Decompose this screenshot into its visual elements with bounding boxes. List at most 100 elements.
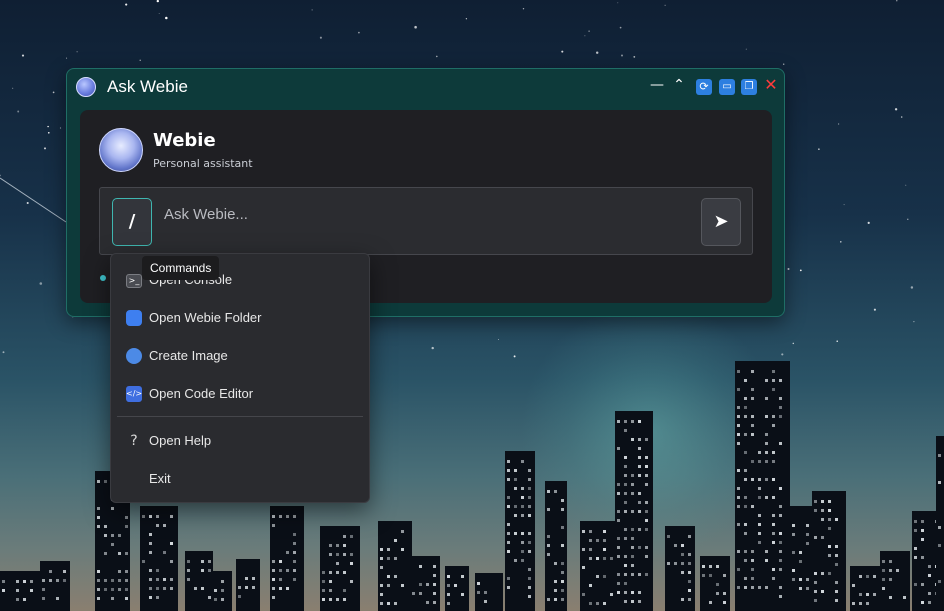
refresh-icon[interactable]: ⟳ (696, 79, 712, 95)
building-window (645, 519, 648, 522)
building-window (547, 535, 550, 538)
building-window (245, 586, 248, 589)
building-window (645, 546, 648, 549)
send-button[interactable]: ➤ (701, 198, 741, 246)
star (125, 3, 128, 6)
building-window (792, 551, 795, 554)
building-window (716, 583, 719, 586)
menu-item-create-image[interactable]: Create Image (111, 339, 369, 373)
star (843, 204, 845, 206)
building-window (521, 532, 524, 535)
building-window (624, 600, 627, 603)
building-window (806, 542, 809, 545)
building-window (2, 589, 5, 592)
building-window (387, 557, 390, 560)
building-window (744, 559, 747, 562)
building-window (779, 586, 782, 589)
building-window (149, 533, 152, 536)
building-window (111, 534, 114, 537)
building-window (617, 555, 620, 558)
building-window (617, 519, 620, 522)
building-window (737, 433, 740, 436)
building-window (350, 562, 353, 565)
menu-item-exit[interactable]: Exit (111, 462, 369, 496)
building-window (779, 550, 782, 553)
building-window (688, 562, 691, 565)
building-window (779, 505, 782, 508)
building-window (631, 537, 634, 540)
building-window (779, 442, 782, 445)
star (896, 0, 898, 2)
building-window (156, 569, 159, 572)
building-window (873, 575, 876, 578)
building-window (589, 539, 592, 542)
collapse-button[interactable]: ⌃ (671, 77, 687, 93)
minimize-button[interactable]: — (649, 77, 665, 93)
frame-icon[interactable]: ▭ (719, 79, 735, 95)
building-window (859, 575, 862, 578)
building-window (201, 560, 204, 563)
building-window (737, 406, 740, 409)
menu-item-open-webie-folder[interactable]: Open Webie Folder (111, 301, 369, 335)
building-window (528, 568, 531, 571)
menu-item-open-code-editor[interactable]: </> Open Code Editor (111, 377, 369, 411)
building-window (617, 420, 620, 423)
building (580, 521, 616, 611)
building-window (596, 557, 599, 560)
building-window (765, 496, 768, 499)
building-window (645, 555, 648, 558)
building-window (799, 551, 802, 554)
building-window (737, 424, 740, 427)
building-window (737, 568, 740, 571)
building-window (681, 562, 684, 565)
title-bar[interactable]: Ask Webie — ⌃ ⟳ ▭ ❐ ✕ (67, 69, 784, 107)
building-window (187, 569, 190, 572)
building-window (528, 469, 531, 472)
building-window (293, 542, 296, 545)
building-window (507, 523, 510, 526)
star (76, 51, 78, 53)
building-window (97, 588, 100, 591)
building-window (554, 598, 557, 601)
building-window (279, 560, 282, 563)
building-window (561, 499, 564, 502)
star (836, 340, 838, 343)
building-window (521, 487, 524, 490)
building-window (336, 562, 339, 565)
building-window (889, 596, 892, 599)
building-window (882, 560, 885, 563)
building-window (329, 553, 332, 556)
restore-icon[interactable]: ❐ (741, 79, 757, 95)
commands-button[interactable]: / (112, 198, 152, 246)
building-window (852, 602, 855, 605)
star (620, 54, 624, 57)
building-window (118, 570, 121, 573)
building-window (751, 478, 754, 481)
building (0, 571, 40, 611)
building-window (645, 474, 648, 477)
building-window (547, 598, 550, 601)
ask-input[interactable] (162, 202, 686, 226)
building-window (208, 569, 211, 572)
building-window (737, 469, 740, 472)
building-window (914, 547, 917, 550)
building-window (744, 469, 747, 472)
building-window (252, 586, 255, 589)
building-window (221, 589, 224, 592)
building-window (624, 456, 627, 459)
building-window (645, 456, 648, 459)
building-window (208, 560, 211, 563)
building-window (828, 572, 831, 575)
building-window (286, 587, 289, 590)
building-window (779, 595, 782, 598)
close-button[interactable]: ✕ (763, 77, 779, 93)
building-window (751, 568, 754, 571)
building-window (343, 598, 346, 601)
menu-item-open-help[interactable]: ? Open Help (111, 424, 369, 458)
star (905, 184, 907, 186)
building-window (279, 515, 282, 518)
building-window (170, 515, 173, 518)
building-window (772, 415, 775, 418)
star (12, 87, 14, 89)
building-window (866, 602, 869, 605)
